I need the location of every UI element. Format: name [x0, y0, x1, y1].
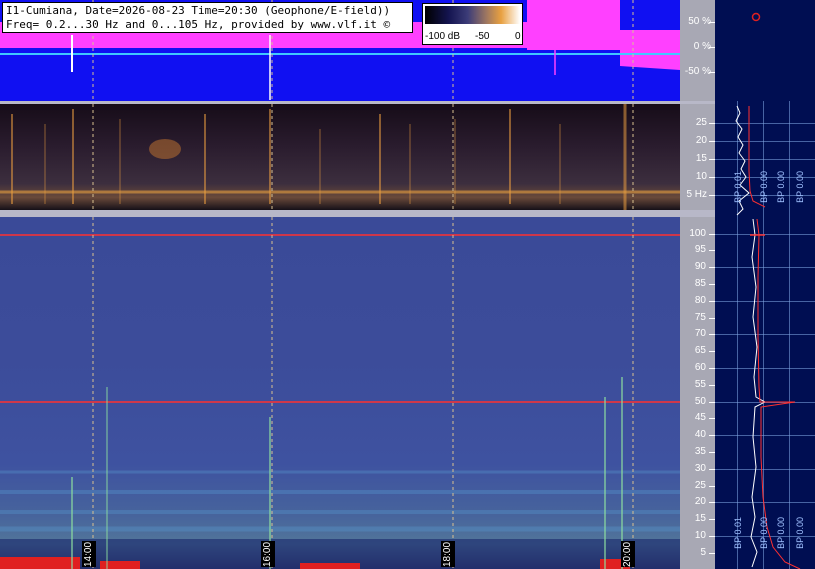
waveform-envelope-right — [620, 30, 680, 70]
color-scale-min-label: -100 dB — [425, 31, 461, 42]
low-axis-label-20: 20 — [695, 135, 707, 146]
high-axis-label-15: 15 — [694, 513, 706, 524]
waveform-axis-label-0: 0 % — [693, 41, 711, 52]
spectrogram-high-texture — [0, 217, 680, 569]
high-axis-label-50: 50 — [694, 396, 706, 407]
high-axis-label-45: 45 — [694, 412, 706, 423]
low-axis-label-10: 10 — [695, 171, 707, 182]
spectrogram-high-freq: 14:00 16:00 18:00 20:00 — [0, 217, 680, 569]
waveform-axis: 50 % 0 % -50 % — [680, 0, 715, 101]
time-marker-1600: 16:00 — [261, 541, 275, 567]
high-axis-label-100: 100 — [689, 228, 706, 239]
high-freq-axis: 100 95 90 85 80 75 70 65 60 55 50 45 40 … — [680, 217, 715, 569]
high-axis-label-40: 40 — [694, 429, 706, 440]
waveform-strip: I1-Cumiana, Date=2026-08-23 Time=20:30 (… — [0, 0, 680, 101]
status-panel — [715, 0, 815, 101]
spectrogram-low-freq — [0, 104, 680, 210]
high-axis-label-95: 95 — [694, 244, 706, 255]
waveform-axis-label-neg50: -50 % — [684, 66, 711, 77]
high-axis-label-75: 75 — [694, 312, 706, 323]
high-axis-label-70: 70 — [694, 328, 706, 339]
high-axis-label-65: 65 — [694, 345, 706, 356]
high-axis-label-90: 90 — [694, 261, 706, 272]
high-axis-label-10: 10 — [694, 530, 706, 541]
high-axis-label-20: 20 — [694, 496, 706, 507]
spectrogram-low-texture — [0, 104, 680, 210]
status-indicator — [751, 12, 761, 22]
high-bp-label-3: BP 0.00 — [776, 517, 786, 549]
high-axis-label-5: 5 — [700, 547, 706, 558]
high-axis-label-55: 55 — [694, 379, 706, 390]
waveform-axis-label-50: 50 % — [688, 16, 711, 27]
waveform-envelope-burst — [527, 0, 620, 50]
color-scale-gradient — [425, 6, 520, 24]
time-marker-1800: 18:00 — [441, 541, 455, 567]
high-bp-label-2: BP 0.00 — [759, 517, 769, 549]
low-axis-label-15: 15 — [695, 153, 707, 164]
low-bp-label-4: BP 0.00 — [795, 171, 805, 203]
low-bp-label-1: BP 0.01 — [733, 171, 743, 203]
high-spectrum-panel: BP 0.01 BP 0.00 BP 0.00 BP 0.00 — [715, 217, 815, 569]
low-bp-label-3: BP 0.00 — [776, 171, 786, 203]
low-axis-label-5hz: 5 Hz — [686, 189, 707, 200]
high-bp-label-4: BP 0.00 — [795, 517, 805, 549]
station-info-box: I1-Cumiana, Date=2026-08-23 Time=20:30 (… — [2, 2, 413, 33]
status-dot-icon — [751, 12, 761, 22]
time-marker-1400: 14:00 — [82, 541, 96, 567]
high-bp-label-1: BP 0.01 — [733, 517, 743, 549]
high-axis-label-25: 25 — [694, 480, 706, 491]
low-bp-label-2: BP 0.00 — [759, 171, 769, 203]
color-scale-max-label: 0 — [515, 31, 521, 42]
station-info-line1: I1-Cumiana, Date=2026-08-23 Time=20:30 (… — [6, 4, 391, 17]
separator-middle — [0, 210, 680, 217]
high-axis-label-80: 80 — [694, 295, 706, 306]
station-info-line2: Freq= 0.2...30 Hz and 0...105 Hz, provid… — [6, 18, 391, 31]
high-axis-label-35: 35 — [694, 446, 706, 457]
low-axis-label-25: 25 — [695, 117, 707, 128]
high-axis-label-30: 30 — [694, 463, 706, 474]
vlf-monitor-display: I1-Cumiana, Date=2026-08-23 Time=20:30 (… — [0, 0, 815, 569]
time-marker-2000: 20:00 — [621, 541, 635, 567]
low-spectrum-panel: BP 0.01 BP 0.00 BP 0.00 BP 0.00 — [715, 101, 815, 217]
high-axis-label-85: 85 — [694, 278, 706, 289]
color-scale-legend: -100 dB -50 0 — [422, 3, 523, 45]
low-freq-axis: 25 20 15 10 5 Hz — [680, 104, 715, 210]
color-scale-mid-label: -50 — [475, 31, 490, 42]
high-axis-label-60: 60 — [694, 362, 706, 373]
